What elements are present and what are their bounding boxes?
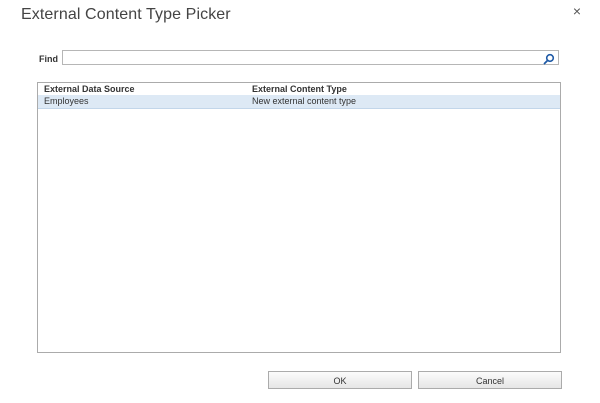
dialog-title: External Content Type Picker — [21, 6, 231, 23]
ok-button[interactable]: OK — [268, 371, 412, 389]
content-type-grid: External Data Source External Content Ty… — [37, 82, 561, 353]
find-label: Find — [39, 54, 58, 64]
column-header-data-source[interactable]: External Data Source — [44, 84, 135, 94]
find-input[interactable] — [65, 51, 535, 64]
external-content-type-picker-dialog: External Content Type Picker × Find Exte… — [0, 0, 600, 403]
cell-data-source: Employees — [44, 96, 89, 106]
find-field — [62, 50, 559, 65]
cancel-button[interactable]: Cancel — [418, 371, 562, 389]
table-row[interactable]: Employees New external content type — [38, 95, 560, 109]
column-header-content-type[interactable]: External Content Type — [252, 84, 347, 94]
search-icon[interactable] — [543, 52, 555, 65]
close-icon[interactable]: × — [570, 4, 584, 18]
cell-content-type: New external content type — [252, 96, 357, 106]
